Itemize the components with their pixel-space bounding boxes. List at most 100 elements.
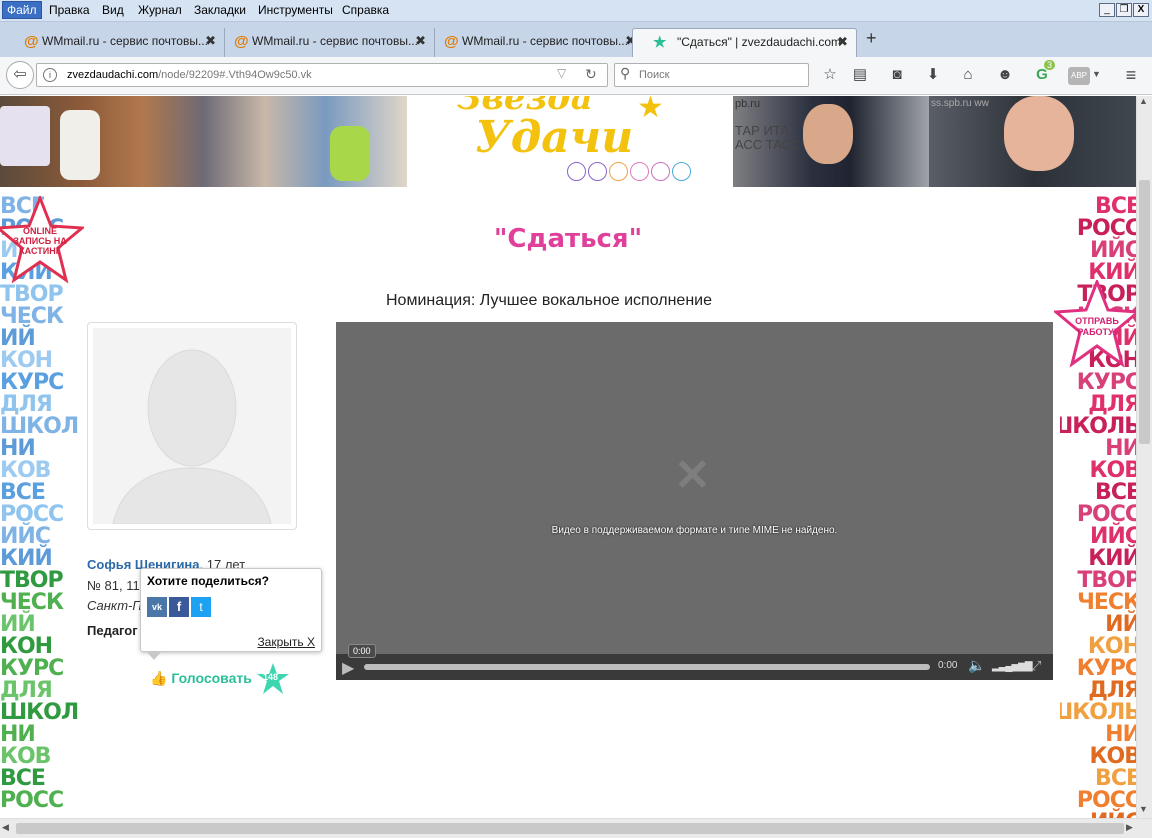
author-city: Санкт-П	[87, 598, 142, 613]
decorative-word: ВСЕ	[1095, 766, 1136, 791]
decorative-text-left: ВСЕРОССИЙСКИЙТВОРЧЕСКИЙКОНКУРСДЛЯШКОЛЬНИ…	[0, 196, 80, 818]
menu-view[interactable]: Вид	[100, 3, 126, 17]
at-icon: @	[444, 33, 459, 50]
dropdown-arrow-icon[interactable]: ▽	[557, 66, 566, 80]
menu-history[interactable]: Журнал	[136, 3, 184, 17]
decorative-word: КОВ	[0, 458, 51, 483]
restore-button[interactable]: ❐	[1116, 3, 1132, 17]
horizontal-scrollbar[interactable]: ◀ ▶	[0, 818, 1152, 838]
notification-badge: 3	[1044, 60, 1056, 70]
share-popup: Хотите поделиться? vk f t Закрыть X	[140, 568, 322, 660]
decorative-word: ВСЕ	[0, 480, 46, 505]
menu-tools[interactable]: Инструменты	[256, 3, 335, 17]
at-icon: @	[234, 33, 249, 50]
popup-arrow	[147, 652, 161, 660]
decorative-word: КОВ	[1089, 458, 1136, 483]
decorative-word: НИ	[0, 722, 36, 747]
chevron-down-icon[interactable]: ▼	[1092, 69, 1101, 79]
youtube-social-icon[interactable]	[630, 162, 649, 181]
page-viewport: Звезда Удачи ★ pb.ru ТАР ИТА АСС ТАСС ss…	[0, 96, 1136, 818]
vertical-scrollbar[interactable]: ▲ ▼	[1136, 96, 1152, 818]
search-bar[interactable]: ⚲ Поиск	[614, 63, 809, 87]
at-icon: @	[24, 33, 39, 50]
download-icon[interactable]: ⬇	[923, 65, 943, 85]
logo-text: Удачи	[475, 112, 634, 163]
avatar-frame	[87, 322, 297, 530]
volume-icon[interactable]: 🔈	[968, 657, 985, 674]
home-icon[interactable]: ⌂	[958, 65, 978, 85]
scroll-down-arrow-icon[interactable]: ▼	[1139, 804, 1148, 814]
decorative-word: КОН	[0, 348, 53, 373]
back-arrow-icon[interactable]: ⇦	[6, 61, 34, 89]
twitter-social-icon[interactable]	[672, 162, 691, 181]
scroll-right-arrow-icon[interactable]: ▶	[1126, 822, 1133, 833]
video-error-icon: ✕	[674, 451, 711, 500]
scroll-up-arrow-icon[interactable]: ▲	[1139, 96, 1148, 106]
close-window-button[interactable]: X	[1133, 3, 1149, 17]
decorative-word: КУРС	[1076, 656, 1136, 681]
info-icon[interactable]: i	[43, 68, 57, 82]
tab-title: WMmail.ru - сервис почтовы...	[252, 34, 418, 48]
scrollbar-thumb[interactable]	[1139, 180, 1150, 444]
video-error-text: Видео в поддерживаемом формате и типе MI…	[551, 525, 838, 536]
url-path: /node/92209#.Vth94Ow9c50.vk	[158, 69, 312, 81]
minimize-button[interactable]: _	[1099, 3, 1115, 17]
send-work-badge[interactable]: ОТПРАВЬ РАБОТУ!	[1052, 277, 1136, 370]
new-tab-button[interactable]: +	[866, 28, 877, 49]
close-tab-icon[interactable]: ✖	[837, 34, 848, 50]
decorative-word: ДЛЯ	[1088, 392, 1136, 417]
instagram-social-icon[interactable]	[651, 162, 670, 181]
nomination-label: Номинация: Лучшее вокальное исполнение	[386, 292, 712, 309]
menu-bookmarks[interactable]: Закладки	[192, 3, 248, 17]
menu-bar: Файл Правка Вид Журнал Закладки Инструме…	[0, 0, 1152, 22]
facebook-share-icon[interactable]: f	[169, 597, 189, 617]
video-time: 0:00	[938, 660, 958, 671]
decorative-word: ВСЕ	[0, 766, 46, 791]
share-close-link[interactable]: Закрыть X	[257, 635, 315, 649]
menu-help[interactable]: Справка	[340, 3, 391, 17]
twitter-share-icon[interactable]: t	[191, 597, 211, 617]
search-placeholder: Поиск	[639, 69, 670, 81]
pocket-icon[interactable]: ◙	[887, 65, 907, 85]
social-icons-row	[567, 162, 691, 184]
vote-count-star: 148	[256, 662, 290, 696]
menu-edit[interactable]: Правка	[47, 3, 92, 17]
odnoklassniki-social-icon[interactable]	[609, 162, 628, 181]
decorative-word: ВСЕ	[1095, 480, 1136, 505]
decorative-word: ШКОЛЬ	[0, 700, 80, 725]
badge-line: РАБОТУ!	[1077, 327, 1117, 337]
navigation-bar: ⇦ i zvezdaudachi.com/node/92209#.Vth94Ow…	[0, 57, 1152, 95]
time-tooltip: 0:00	[348, 644, 376, 658]
chat-icon[interactable]: ☻	[995, 65, 1015, 85]
tab-wmmail-2[interactable]: @ WMmail.ru - сервис почтовы... ✖	[210, 28, 435, 57]
decorative-word: ШКОЛЬ	[1060, 700, 1136, 725]
hamburger-menu-icon[interactable]: ≡	[1121, 65, 1141, 85]
scrollbar-thumb[interactable]	[16, 823, 1124, 834]
reading-list-icon[interactable]: ▤	[850, 65, 870, 85]
vk-social-icon[interactable]	[567, 162, 586, 181]
vote-button[interactable]: 👍 Голосовать	[150, 670, 252, 687]
video-progress-bar[interactable]	[364, 664, 930, 670]
tab-wmmail-1[interactable]: @ WMmail.ru - сервис почтовы... ✖	[0, 28, 225, 57]
decorative-word: ЧЕСК	[1077, 590, 1136, 615]
play-icon[interactable]: ▶	[342, 658, 354, 678]
decorative-word: ШКОЛЬ	[1060, 414, 1136, 439]
banner-logo-small	[0, 106, 50, 166]
vk-share-icon[interactable]: vk	[147, 597, 167, 617]
video-player[interactable]: ✕ Видео в поддерживаемом формате и типе …	[336, 322, 1053, 680]
scroll-left-arrow-icon[interactable]: ◀	[2, 822, 9, 833]
decorative-word: ТВОР	[1077, 568, 1136, 593]
banner-photo-woman: ss.spb.ru ww	[929, 96, 1136, 187]
volume-slider[interactable]: ▂▃▄▅▆▇	[992, 661, 1033, 672]
url-text[interactable]: zvezdaudachi.com/node/92209#.Vth94Ow9c50…	[67, 69, 312, 81]
tab-sdatsya[interactable]: ★ "Сдаться" | zvezdaudachi.com ✖	[632, 28, 857, 57]
tab-wmmail-3[interactable]: @ WMmail.ru - сервис почтовы... ✖	[420, 28, 645, 57]
facebook-social-icon[interactable]	[588, 162, 607, 181]
decorative-word: КУРС	[0, 656, 64, 681]
url-bar[interactable]: i zvezdaudachi.com/node/92209#.Vth94Ow9c…	[36, 63, 608, 87]
adblock-icon[interactable]: ABP	[1068, 67, 1090, 85]
reload-icon[interactable]: ↻	[585, 66, 597, 83]
menu-file[interactable]: Файл	[2, 1, 42, 19]
bookmark-star-icon[interactable]: ☆	[820, 65, 840, 85]
fullscreen-icon[interactable]: ⤢	[1031, 658, 1041, 674]
